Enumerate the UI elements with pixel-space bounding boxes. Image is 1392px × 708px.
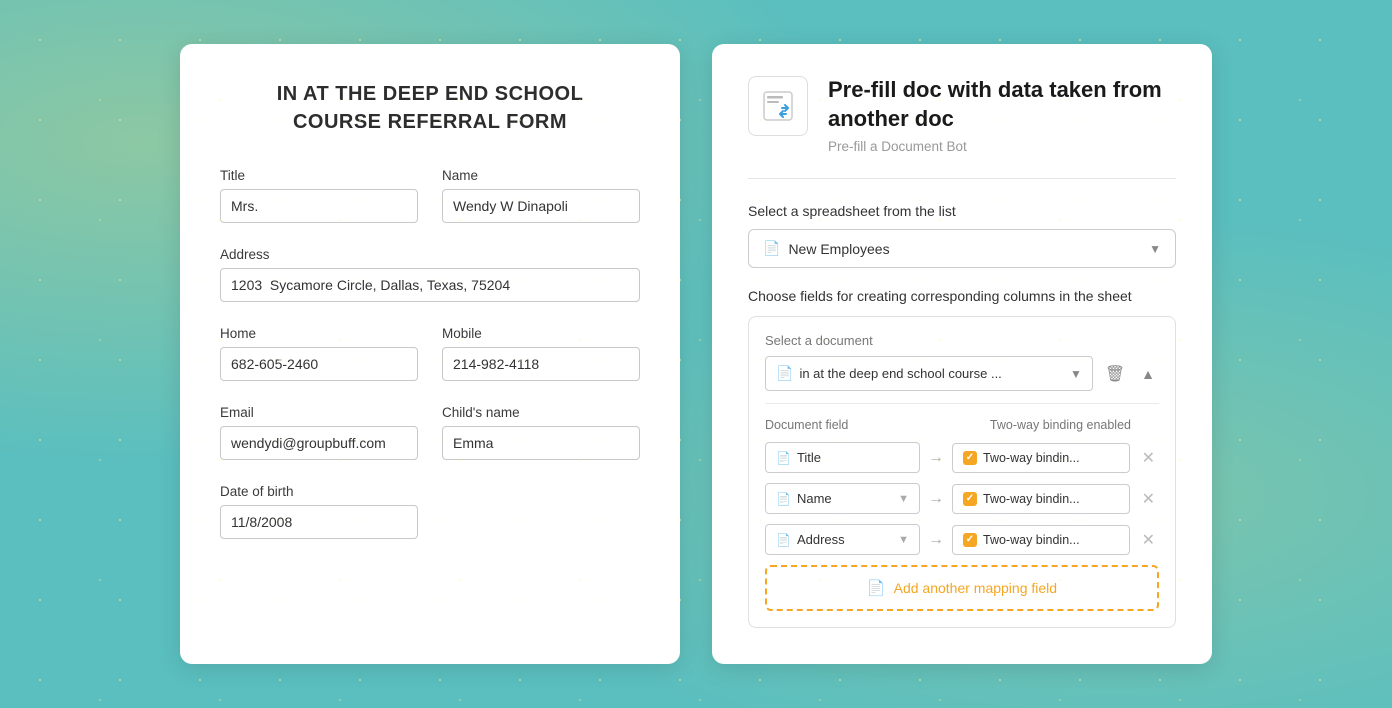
address-label: Address	[220, 247, 640, 262]
bot-card: Pre-fill doc with data taken from anothe…	[712, 44, 1212, 664]
two-way-checkbox-title	[963, 451, 977, 465]
remove-mapping-address-button[interactable]: ✕	[1138, 528, 1159, 552]
field-select-title-left: 📄 Title	[776, 450, 821, 465]
two-way-box-name[interactable]: Two-way bindin...	[952, 484, 1130, 514]
spreadsheet-chevron-icon: ▼	[1149, 242, 1161, 256]
spreadsheet-label: Select a spreadsheet from the list	[748, 203, 1176, 219]
doc-select-left: 📄 in at the deep end school course ...	[776, 365, 1002, 382]
arrow-icon-title: →	[928, 449, 944, 467]
dob-label: Date of birth	[220, 484, 418, 499]
mapping-row-title: 📄 Title → Two-way bindin... ✕	[765, 442, 1159, 473]
mapping-header-field: Document field	[765, 418, 848, 432]
home-group: Home	[220, 326, 418, 381]
field-select-name-left: 📄 Name	[776, 491, 832, 506]
field-name-name: Name	[797, 491, 832, 506]
two-way-box-title[interactable]: Two-way bindin...	[952, 443, 1130, 473]
collapse-document-button[interactable]: ▲	[1137, 362, 1159, 386]
document-select-label: Select a document	[765, 333, 1159, 348]
field-select-name[interactable]: 📄 Name ▼	[765, 483, 920, 514]
address-row: Address	[220, 247, 640, 302]
childs-name-group: Child's name	[442, 405, 640, 460]
bot-title: Pre-fill doc with data taken from anothe…	[828, 76, 1176, 133]
title-group: Title	[220, 168, 418, 223]
mobile-label: Mobile	[442, 326, 640, 341]
doc-select-icon: 📄	[776, 365, 793, 382]
spreadsheet-select-left: 📄 New Employees	[763, 240, 890, 257]
title-input[interactable]	[220, 189, 418, 223]
spreadsheet-dropdown[interactable]: 📄 New Employees ▼	[748, 229, 1176, 268]
email-label: Email	[220, 405, 418, 420]
bot-info: Pre-fill doc with data taken from anothe…	[828, 76, 1176, 154]
email-input[interactable]	[220, 426, 418, 460]
dob-row: Date of birth	[220, 484, 640, 539]
fields-section-label: Choose fields for creating corresponding…	[748, 288, 1176, 304]
fields-inner-divider	[765, 403, 1159, 404]
delete-document-button[interactable]: 🗑	[1101, 360, 1129, 388]
add-mapping-icon: 📄	[867, 579, 886, 597]
two-way-box-address[interactable]: Two-way bindin...	[952, 525, 1130, 555]
mapping-header-binding: Two-way binding enabled	[990, 418, 1131, 432]
name-field-chevron: ▼	[898, 493, 909, 505]
mapping-row-address: 📄 Address ▼ → Two-way bindin... ✕	[765, 524, 1159, 555]
two-way-checkbox-address	[963, 533, 977, 547]
mapping-header-row: Document field Two-way binding enabled	[765, 418, 1159, 432]
address-field-chevron: ▼	[898, 534, 909, 546]
form-card: IN AT THE DEEP END SCHOOL COURSE REFERRA…	[180, 44, 680, 664]
field-doc-icon-title: 📄	[776, 451, 791, 465]
spreadsheet-value: New Employees	[788, 241, 889, 257]
two-way-label-title: Two-way bindin...	[983, 451, 1080, 465]
two-way-checkbox-name	[963, 492, 977, 506]
field-name-title: Title	[797, 450, 821, 465]
mobile-input[interactable]	[442, 347, 640, 381]
header-divider	[748, 178, 1176, 179]
address-input[interactable]	[220, 268, 640, 302]
childs-name-label: Child's name	[442, 405, 640, 420]
name-input[interactable]	[442, 189, 640, 223]
bot-icon-box	[748, 76, 808, 136]
remove-mapping-name-button[interactable]: ✕	[1138, 487, 1159, 511]
fields-container: Select a document 📄 in at the deep end s…	[748, 316, 1176, 628]
arrow-icon-name: →	[928, 490, 944, 508]
document-value: in at the deep end school course ...	[799, 366, 1001, 381]
document-dropdown[interactable]: 📄 in at the deep end school course ... ▼	[765, 356, 1093, 391]
field-select-address[interactable]: 📄 Address ▼	[765, 524, 920, 555]
arrow-icon-address: →	[928, 531, 944, 549]
dob-input[interactable]	[220, 505, 418, 539]
address-group: Address	[220, 247, 640, 302]
add-mapping-label: Add another mapping field	[894, 580, 1057, 596]
field-select-title[interactable]: 📄 Title	[765, 442, 920, 473]
remove-mapping-title-button[interactable]: ✕	[1138, 446, 1159, 470]
name-label: Name	[442, 168, 640, 183]
bot-header: Pre-fill doc with data taken from anothe…	[748, 76, 1176, 154]
form-title: IN AT THE DEEP END SCHOOL COURSE REFERRA…	[220, 80, 640, 136]
mobile-group: Mobile	[442, 326, 640, 381]
field-select-address-left: 📄 Address	[776, 532, 845, 547]
field-doc-icon-address: 📄	[776, 533, 791, 547]
home-mobile-row: Home Mobile	[220, 326, 640, 381]
title-name-row: Title Name	[220, 168, 640, 223]
home-label: Home	[220, 326, 418, 341]
field-doc-icon-name: 📄	[776, 492, 791, 506]
two-way-label-name: Two-way bindin...	[983, 492, 1080, 506]
field-name-address: Address	[797, 532, 845, 547]
spreadsheet-doc-icon: 📄	[763, 240, 780, 257]
home-input[interactable]	[220, 347, 418, 381]
add-mapping-button[interactable]: 📄 Add another mapping field	[765, 565, 1159, 611]
title-label: Title	[220, 168, 418, 183]
childs-name-input[interactable]	[442, 426, 640, 460]
email-group: Email	[220, 405, 418, 460]
email-child-row: Email Child's name	[220, 405, 640, 460]
doc-chevron-icon: ▼	[1070, 367, 1082, 381]
bot-subtitle: Pre-fill a Document Bot	[828, 139, 1176, 154]
two-way-label-address: Two-way bindin...	[983, 533, 1080, 547]
name-group: Name	[442, 168, 640, 223]
dob-spacer	[442, 484, 640, 539]
document-row: 📄 in at the deep end school course ... ▼…	[765, 356, 1159, 391]
dob-group: Date of birth	[220, 484, 418, 539]
mapping-row-name: 📄 Name ▼ → Two-way bindin... ✕	[765, 483, 1159, 514]
bot-icon	[760, 88, 796, 124]
